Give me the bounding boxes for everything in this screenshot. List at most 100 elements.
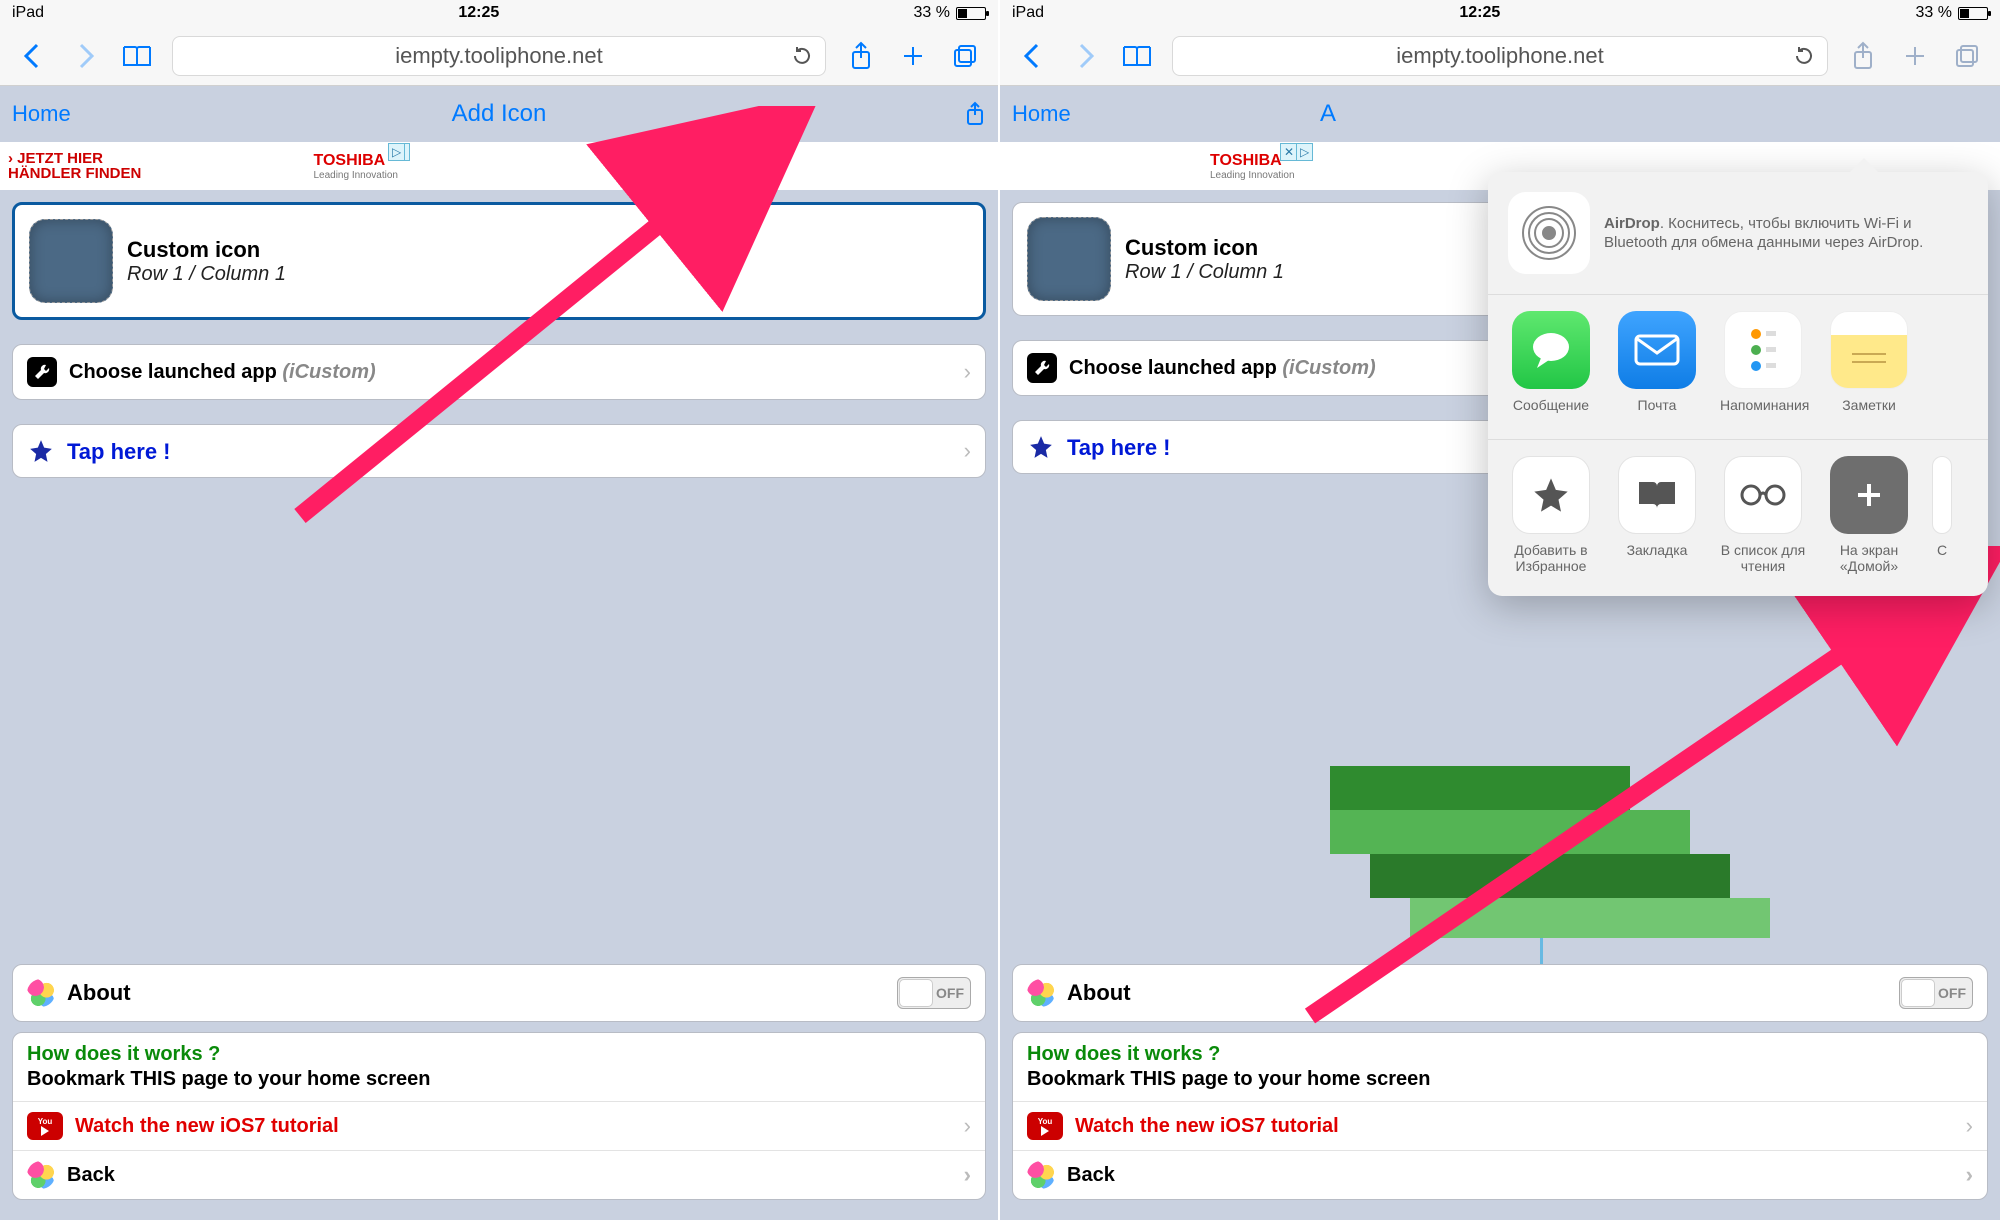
choose-app-card[interactable]: Choose launched app (iCustom) › <box>12 344 986 400</box>
safari-toolbar: iempty.tooliphone.net <box>1000 26 2000 86</box>
back-button[interactable] <box>1016 39 1050 73</box>
tabs-button[interactable] <box>948 39 982 73</box>
tabs-button[interactable] <box>1950 39 1984 73</box>
custom-icon-text: Custom icon Row 1 / Column 1 <box>127 237 286 286</box>
share-row-apps: Сообщение Почта Напоминания <box>1488 294 1988 439</box>
custom-icon-preview <box>1027 217 1111 301</box>
notes-icon <box>1830 311 1908 389</box>
forward-button[interactable] <box>68 39 102 73</box>
battery-text: 33 % <box>914 4 950 22</box>
chevron-right-icon: › <box>964 1113 971 1139</box>
about-label: About <box>1067 980 1131 1006</box>
url-text: iempty.tooliphone.net <box>1396 43 1604 69</box>
how-title: How does it works ? <box>13 1033 985 1068</box>
battery-text: 33 % <box>1916 4 1952 22</box>
airdrop-text: AirDrop. Коснитесь, чтобы включить Wi-Fi… <box>1604 214 1968 253</box>
chevron-right-icon: › <box>1966 1162 1973 1188</box>
custom-icon-preview <box>29 219 113 303</box>
reload-icon[interactable] <box>1793 45 1815 67</box>
share-sheet: AirDrop. Коснитесь, чтобы включить Wi-Fi… <box>1488 172 1988 596</box>
about-toggle[interactable]: OFF <box>1899 977 1973 1009</box>
ad-brand: TOSHIBA Leading Innovation <box>313 152 398 181</box>
forward-button[interactable] <box>1068 39 1102 73</box>
share-item-favorites[interactable]: Добавить в Избранное <box>1508 456 1594 576</box>
custom-icon-text: Custom icon Row 1 / Column 1 <box>1125 235 1284 284</box>
about-toggle[interactable]: OFF <box>897 977 971 1009</box>
bookmarks-button[interactable] <box>1120 39 1154 73</box>
chevron-right-icon: › <box>1966 1113 1973 1139</box>
reload-icon[interactable] <box>791 45 813 67</box>
share-item-overflow[interactable]: C <box>1932 456 1952 576</box>
how-title: How does it works ? <box>1013 1033 1987 1068</box>
tap-here-card[interactable]: Tap here ! › <box>12 424 986 478</box>
page-area: Home A TOSHIBA Leading Innovation ✕ ▷ Cu… <box>1000 86 2000 1220</box>
back-row[interactable]: Back › <box>13 1150 985 1199</box>
back-row[interactable]: Back › <box>1013 1150 1987 1199</box>
how-subtitle: Bookmark THIS page to your home screen <box>13 1068 985 1101</box>
ad-text: › JETZT HIER HÄNDLER FINDEN <box>8 151 141 181</box>
watch-tutorial-row[interactable]: You Watch the new iOS7 tutorial › <box>13 1101 985 1150</box>
bottom-block: About OFF How does it works ? Bookmark T… <box>1000 964 2000 1220</box>
share-button[interactable] <box>844 39 878 73</box>
watch-tutorial-row[interactable]: You Watch the new iOS7 tutorial › <box>1013 1101 1987 1150</box>
new-tab-button[interactable] <box>1898 39 1932 73</box>
bookmarks-button[interactable] <box>120 39 154 73</box>
youtube-icon: You <box>27 1112 63 1140</box>
app-icon <box>27 1161 55 1189</box>
about-card[interactable]: About OFF <box>12 964 986 1022</box>
new-tab-button[interactable] <box>896 39 930 73</box>
right-pane: iPad 12:25 33 % iempty.tooliphone.net <box>1000 0 2000 1220</box>
airdrop-section[interactable]: AirDrop. Коснитесь, чтобы включить Wi-Fi… <box>1488 172 1988 294</box>
share-item-reading-list[interactable]: В список для чтения <box>1720 456 1806 576</box>
airdrop-icon <box>1508 192 1590 274</box>
battery-icon <box>1958 7 1988 20</box>
share-item-messages[interactable]: Сообщение <box>1508 311 1594 431</box>
plus-icon <box>1830 456 1908 534</box>
share-item-notes[interactable]: Заметки <box>1826 311 1912 431</box>
adchoices-icon[interactable]: ▷ <box>1296 143 1313 161</box>
about-icon <box>27 979 55 1007</box>
share-item-home-screen[interactable]: На экран «Домой» <box>1826 456 1912 576</box>
page-area: Home Add Icon › JETZT HIER HÄNDLER FINDE… <box>0 86 998 1220</box>
ad-banner[interactable]: › JETZT HIER HÄNDLER FINDEN TOSHIBA Lead… <box>0 142 998 190</box>
about-icon <box>1027 979 1055 1007</box>
back-button[interactable] <box>16 39 50 73</box>
share-row-actions: Добавить в Избранное Закладка В список д… <box>1488 439 1988 596</box>
tap-here-label: Tap here ! <box>1067 435 1171 461</box>
page-title-cutoff: A <box>1320 100 1336 128</box>
page-home-link[interactable]: Home <box>1012 101 1071 127</box>
overflow-icon <box>1932 456 1952 534</box>
left-pane: iPad 12:25 33 % iempty.tooliphone.net <box>0 0 1000 1220</box>
statusbar: iPad 12:25 33 % <box>0 0 998 26</box>
url-text: iempty.tooliphone.net <box>395 43 603 69</box>
bottom-block: About OFF How does it works ? Bookmark T… <box>0 964 998 1220</box>
adchoices-icon[interactable]: ▷ <box>388 143 405 161</box>
address-bar[interactable]: iempty.tooliphone.net <box>172 36 826 76</box>
how-card: How does it works ? Bookmark THIS page t… <box>12 1032 986 1200</box>
chevron-right-icon: › <box>964 359 971 385</box>
chevron-right-icon: › <box>964 438 971 464</box>
page-share-icon[interactable] <box>964 101 986 127</box>
address-bar[interactable]: iempty.tooliphone.net <box>1172 36 1828 76</box>
safari-toolbar: iempty.tooliphone.net <box>0 26 998 86</box>
about-card[interactable]: About OFF <box>1012 964 1988 1022</box>
custom-icon-row[interactable]: Custom icon Row 1 / Column 1 <box>12 202 986 320</box>
wrench-icon <box>1027 353 1057 383</box>
mail-icon <box>1618 311 1696 389</box>
battery-area: 33 % <box>914 4 986 22</box>
page-home-link[interactable]: Home <box>12 101 71 127</box>
time-label: 12:25 <box>1459 4 1500 22</box>
statusbar: iPad 12:25 33 % <box>1000 0 2000 26</box>
share-item-reminders[interactable]: Напоминания <box>1720 311 1806 431</box>
share-item-bookmark[interactable]: Закладка <box>1614 456 1700 576</box>
tap-here-label: Tap here ! <box>67 439 171 465</box>
book-icon <box>1618 456 1696 534</box>
wrench-icon <box>27 357 57 387</box>
reminders-icon <box>1724 311 1802 389</box>
page-nav: Home Add Icon <box>0 86 998 142</box>
share-item-mail[interactable]: Почта <box>1614 311 1700 431</box>
battery-icon <box>956 7 986 20</box>
messages-icon <box>1512 311 1590 389</box>
choose-app-label: Choose launched app (iCustom) <box>1069 357 1376 380</box>
share-button[interactable] <box>1846 39 1880 73</box>
